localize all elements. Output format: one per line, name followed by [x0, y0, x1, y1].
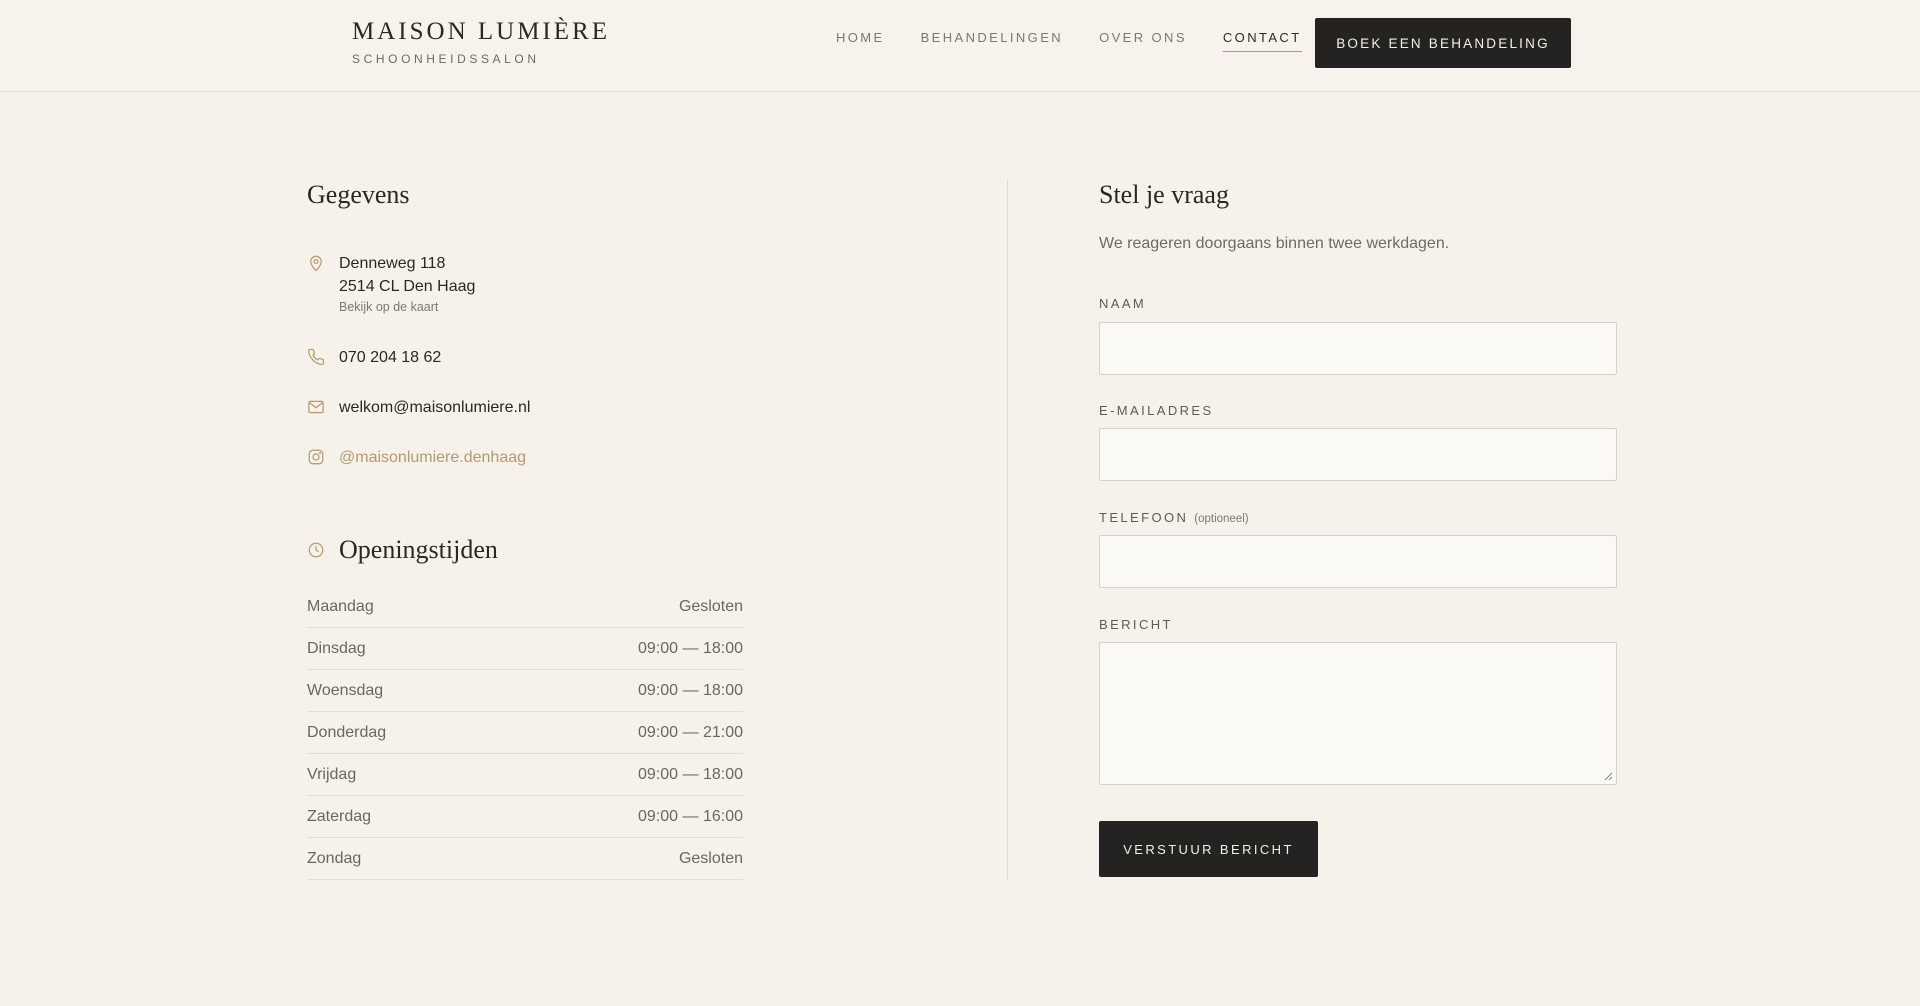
hours-time: Gesloten — [678, 597, 743, 615]
hours-time: 09:00 — 16:00 — [638, 807, 743, 825]
resize-handle-icon[interactable] — [1603, 771, 1613, 781]
email-row: welkom@maisonlumiere.nl — [307, 396, 530, 419]
brand-tagline: SCHOONHEIDSSALON — [352, 52, 540, 66]
book-treatment-button[interactable]: BOEK EEN BEHANDELING — [1315, 18, 1571, 68]
hours-day: Donderdag — [307, 723, 387, 741]
hours-heading: Openingstijden — [307, 535, 498, 565]
phone-row: 070 204 18 62 — [307, 346, 441, 369]
message-textarea[interactable] — [1099, 642, 1617, 785]
send-message-button[interactable]: VERSTUUR BERICHT — [1099, 821, 1318, 877]
clock-icon — [307, 541, 325, 559]
email-link[interactable]: welkom@maisonlumiere.nl — [339, 396, 530, 419]
main-nav: HOME BEHANDELINGEN OVER ONS CONTACT — [836, 30, 1338, 52]
hours-time: 09:00 — 18:00 — [638, 681, 743, 699]
phone-input[interactable] — [1099, 535, 1617, 588]
hours-row: Woensdag 09:00 — 18:00 — [307, 670, 743, 712]
hours-title: Openingstijden — [339, 535, 498, 564]
hours-day: Woensdag — [307, 681, 384, 699]
nav-behandelingen[interactable]: BEHANDELINGEN — [921, 30, 1063, 52]
hours-row: Zaterdag 09:00 — 16:00 — [307, 796, 743, 838]
nav-home[interactable]: HOME — [836, 30, 885, 52]
instagram-icon — [307, 448, 325, 466]
hours-row: Vrijdag 09:00 — 18:00 — [307, 754, 743, 796]
email-input[interactable] — [1099, 428, 1617, 481]
name-label: NAAM — [1099, 296, 1147, 311]
map-link[interactable]: Bekijk op de kaart — [339, 300, 475, 314]
details-title: Gegevens — [307, 180, 410, 209]
address-line-1: Denneweg 118 — [339, 255, 446, 272]
brand-name: MAISON LUMIÈRE — [352, 18, 610, 45]
message-label: BERICHT — [1099, 617, 1173, 632]
hours-day: Dinsdag — [307, 639, 366, 657]
hours-time: 09:00 — 18:00 — [638, 639, 743, 657]
address-row: Denneweg 118 2514 CL Den Haag Bekijk op … — [307, 252, 475, 314]
hours-day: Vrijdag — [307, 765, 357, 783]
name-input[interactable] — [1099, 322, 1617, 375]
hours-day: Zondag — [307, 849, 362, 867]
map-pin-icon — [307, 254, 325, 272]
logo[interactable]: MAISON LUMIÈRE SCHOONHEIDSSALON — [352, 18, 610, 66]
instagram-row: @maisonlumiere.denhaag — [307, 446, 526, 469]
hours-row: Zondag Gesloten — [307, 838, 743, 880]
hours-time: 09:00 — 21:00 — [638, 723, 743, 741]
nav-contact[interactable]: CONTACT — [1222, 30, 1302, 52]
details-section: Gegevens Denneweg 118 2514 CL Den Haag B… — [307, 180, 743, 880]
form-intro: We reageren doorgaans binnen twee werkda… — [1099, 235, 1450, 252]
phone-optional-hint: (optioneel) — [1194, 513, 1249, 525]
address-line-2: 2514 CL Den Haag — [339, 278, 476, 295]
contact-form: Stel je vraag We reageren doorgaans binn… — [1099, 180, 1617, 877]
phone-label: TELEFOON (optioneel) — [1099, 510, 1249, 525]
site-header: MAISON LUMIÈRE SCHOONHEIDSSALON HOME BEH… — [0, 0, 1920, 92]
mail-icon — [307, 398, 325, 416]
column-divider — [1007, 180, 1008, 880]
email-label: E-MAILADRES — [1099, 403, 1214, 418]
form-title: Stel je vraag — [1099, 180, 1229, 209]
phone-label-text: TELEFOON — [1099, 510, 1189, 525]
hours-table: Maandag Gesloten Dinsdag 09:00 — 18:00 W… — [307, 586, 743, 880]
hours-row: Dinsdag 09:00 — 18:00 — [307, 628, 743, 670]
hours-day: Zaterdag — [307, 807, 372, 825]
message-wrapper — [1099, 642, 1617, 785]
hours-row: Donderdag 09:00 — 21:00 — [307, 712, 743, 754]
phone-icon — [307, 348, 325, 366]
hours-time: 09:00 — 18:00 — [638, 765, 743, 783]
instagram-link[interactable]: @maisonlumiere.denhaag — [339, 446, 526, 469]
hours-row: Maandag Gesloten — [307, 586, 743, 628]
nav-over-ons[interactable]: OVER ONS — [1099, 30, 1187, 52]
hours-time: Gesloten — [678, 849, 743, 867]
hours-day: Maandag — [307, 597, 374, 615]
phone-number[interactable]: 070 204 18 62 — [339, 346, 441, 369]
